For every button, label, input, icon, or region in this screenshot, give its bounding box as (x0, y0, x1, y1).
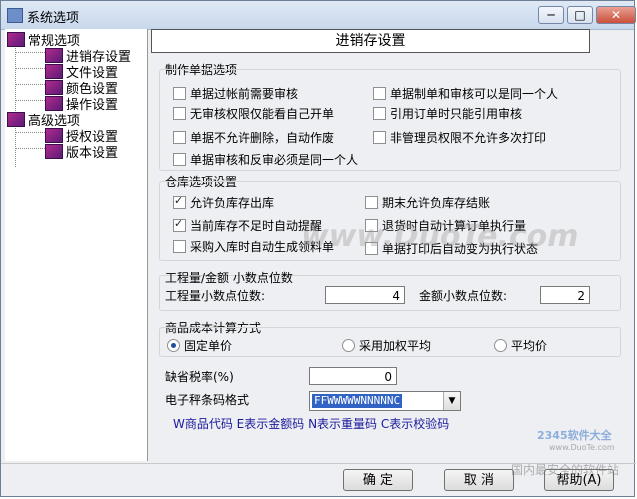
checkbox-period-negative-close[interactable]: 期末允许负库存结账 (365, 194, 490, 211)
book-icon (45, 96, 63, 111)
amount-decimals-input[interactable]: 2 (540, 286, 590, 304)
checkbox-same-maker-reviewer[interactable]: 单据制单和审核可以是同一个人 (373, 85, 558, 102)
radio-circle[interactable] (342, 339, 355, 352)
book-icon (45, 48, 63, 63)
window-title: 系统选项 (27, 11, 80, 26)
watermark-corner-sub: www.DuoTe.com (549, 443, 615, 452)
book-icon (45, 144, 63, 159)
checkbox-same-review-unreview[interactable]: 单据审核和反审必须是同一个人 (173, 151, 358, 168)
watermark-corner: 2345软件大全 (537, 429, 612, 442)
chevron-down-icon[interactable]: ▼ (443, 392, 460, 410)
close-button[interactable]: ✕ (596, 6, 636, 24)
checkbox-allow-negative-stock[interactable]: 允许负库存出库 (173, 194, 274, 211)
checkbox-low-stock-alert[interactable]: 当前库存不足时自动提醒 (173, 217, 322, 234)
checkbox-box[interactable] (173, 240, 186, 253)
book-icon (45, 80, 63, 95)
title-bar: 系统选项 ─ □ ✕ (1, 1, 636, 30)
amount-decimals-label: 金额小数点位数: (419, 289, 508, 303)
barcode-format-label: 电子秤条码格式 (165, 393, 250, 407)
barcode-format-hint: W商品代码 E表示金额码 N表示重量码 C表示校验码 (173, 417, 450, 431)
book-icon (7, 32, 25, 47)
app-icon (7, 8, 23, 23)
options-tree: 常规选项 进销存设置 文件设置 颜色设置 操作设置 高级选项 授权设置 版本设置 (5, 29, 148, 461)
maximize-button[interactable]: □ (567, 6, 593, 24)
radio-circle[interactable] (167, 339, 180, 352)
checkbox-box[interactable] (373, 131, 386, 144)
checkbox-review-before-post[interactable]: 单据过帐前需要审核 (173, 85, 298, 102)
checkbox-no-delete-auto-void[interactable]: 单据不允许删除，自动作废 (173, 129, 334, 146)
cancel-button[interactable]: 取 消 (444, 469, 514, 491)
checkbox-reference-reviewed-orders[interactable]: 引用订单时只能引用审核 (373, 105, 522, 122)
radio-circle[interactable] (494, 339, 507, 352)
checkbox-view-own-bills-only[interactable]: 无审核权限仅能看自己开单 (173, 105, 334, 122)
ok-button[interactable]: 确 定 (343, 469, 413, 491)
qty-decimals-input[interactable]: 4 (325, 286, 405, 304)
tax-rate-label: 缺省税率(%) (165, 370, 234, 384)
minimize-button[interactable]: ─ (538, 6, 564, 24)
qty-decimals-label: 工程量小数点位数: (165, 289, 266, 303)
watermark-text: www.DuoTe.com (301, 219, 579, 254)
checkbox-box[interactable] (173, 153, 186, 166)
radio-fixed-price[interactable]: 固定单价 (167, 337, 232, 354)
checkbox-box[interactable] (173, 87, 186, 100)
barcode-format-value: FFWWWWWNNNNNC (312, 394, 403, 408)
checkbox-box[interactable] (173, 107, 186, 120)
checkbox-box[interactable] (173, 131, 186, 144)
system-options-window: 系统选项 ─ □ ✕ 常规选项 进销存设置 文件设置 颜色设置 操作设置 高级选… (0, 0, 636, 497)
checkbox-box[interactable] (173, 217, 186, 232)
barcode-format-combo[interactable]: FFWWWWWNNNNNC ▼ (309, 391, 461, 411)
radio-average-price[interactable]: 平均价 (494, 337, 547, 354)
panel-header: 进销存设置 (151, 29, 590, 53)
checkbox-box[interactable] (365, 196, 378, 209)
watermark-bottom: 国内最安全的软件站 (511, 463, 620, 477)
radio-weighted-average[interactable]: 采用加权平均 (342, 337, 431, 354)
decimals-group-title: 工程量/金额 小数点位数 (165, 271, 293, 285)
tax-rate-input[interactable]: 0 (309, 367, 397, 385)
tree-item-version-settings[interactable]: 版本设置 (45, 142, 118, 161)
checkbox-box[interactable] (373, 107, 386, 120)
book-icon (7, 112, 25, 127)
checkbox-box[interactable] (173, 194, 186, 209)
book-icon (45, 128, 63, 143)
checkbox-no-multiple-print[interactable]: 非管理员权限不允许多次打印 (373, 129, 546, 146)
checkbox-box[interactable] (373, 87, 386, 100)
book-icon (45, 64, 63, 79)
